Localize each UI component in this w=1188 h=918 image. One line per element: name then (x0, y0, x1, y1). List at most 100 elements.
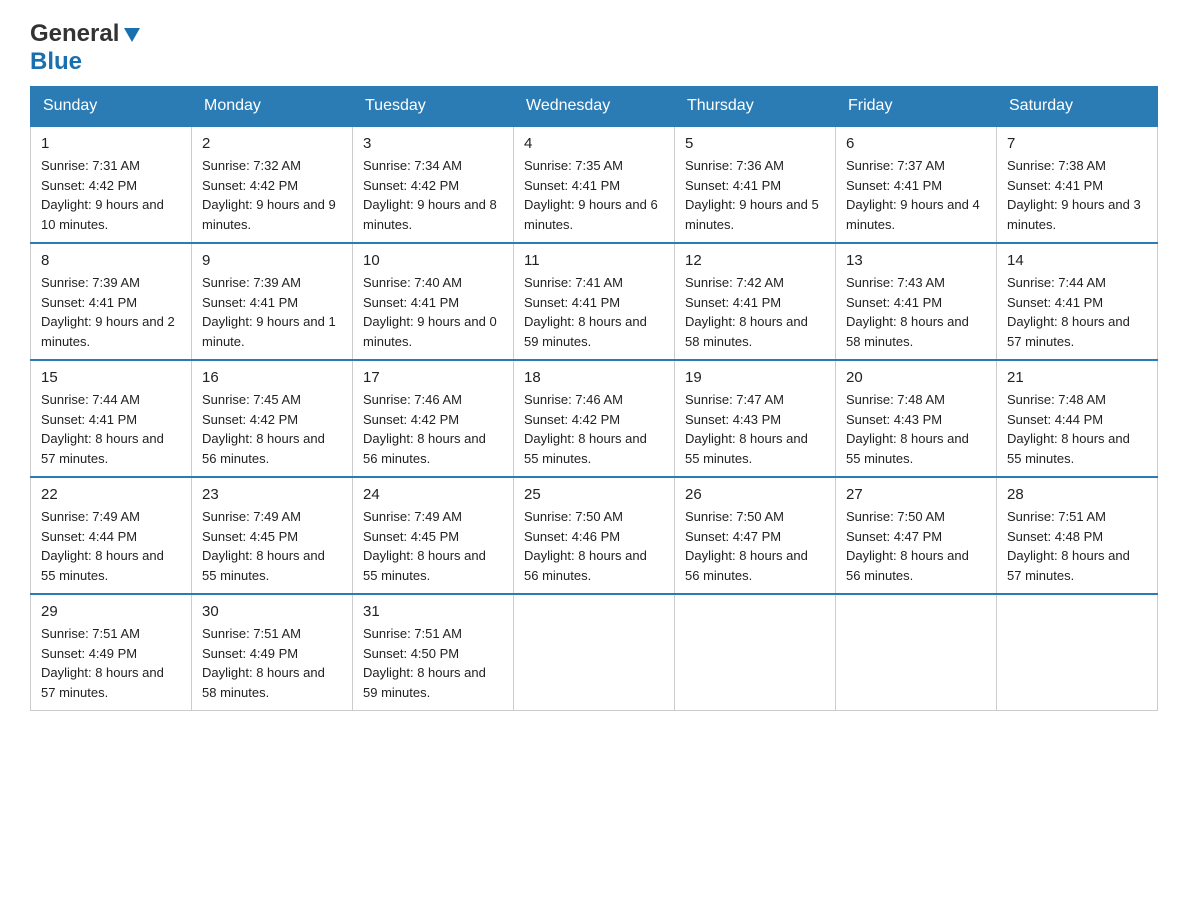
day-number: 12 (685, 252, 825, 269)
calendar-cell: 28 Sunrise: 7:51 AMSunset: 4:48 PMDaylig… (997, 477, 1158, 594)
day-number: 31 (363, 603, 503, 620)
calendar-cell: 22 Sunrise: 7:49 AMSunset: 4:44 PMDaylig… (31, 477, 192, 594)
day-number: 24 (363, 486, 503, 503)
calendar-cell: 15 Sunrise: 7:44 AMSunset: 4:41 PMDaylig… (31, 360, 192, 477)
calendar-cell: 17 Sunrise: 7:46 AMSunset: 4:42 PMDaylig… (353, 360, 514, 477)
day-info: Sunrise: 7:36 AMSunset: 4:41 PMDaylight:… (685, 156, 825, 234)
day-info: Sunrise: 7:46 AMSunset: 4:42 PMDaylight:… (363, 390, 503, 468)
weekday-header-row: SundayMondayTuesdayWednesdayThursdayFrid… (31, 87, 1158, 127)
day-number: 17 (363, 369, 503, 386)
logo-general-text: General (30, 20, 119, 48)
day-number: 15 (41, 369, 181, 386)
calendar-cell: 13 Sunrise: 7:43 AMSunset: 4:41 PMDaylig… (836, 243, 997, 360)
week-row-4: 22 Sunrise: 7:49 AMSunset: 4:44 PMDaylig… (31, 477, 1158, 594)
day-info: Sunrise: 7:40 AMSunset: 4:41 PMDaylight:… (363, 273, 503, 351)
day-number: 25 (524, 486, 664, 503)
day-number: 21 (1007, 369, 1147, 386)
calendar-cell: 19 Sunrise: 7:47 AMSunset: 4:43 PMDaylig… (675, 360, 836, 477)
calendar-cell: 4 Sunrise: 7:35 AMSunset: 4:41 PMDayligh… (514, 126, 675, 243)
day-info: Sunrise: 7:49 AMSunset: 4:45 PMDaylight:… (363, 507, 503, 585)
weekday-header-saturday: Saturday (997, 87, 1158, 127)
day-number: 13 (846, 252, 986, 269)
calendar-cell: 16 Sunrise: 7:45 AMSunset: 4:42 PMDaylig… (192, 360, 353, 477)
calendar-cell: 10 Sunrise: 7:40 AMSunset: 4:41 PMDaylig… (353, 243, 514, 360)
calendar-cell: 2 Sunrise: 7:32 AMSunset: 4:42 PMDayligh… (192, 126, 353, 243)
calendar-cell: 31 Sunrise: 7:51 AMSunset: 4:50 PMDaylig… (353, 594, 514, 711)
day-number: 30 (202, 603, 342, 620)
calendar-cell: 30 Sunrise: 7:51 AMSunset: 4:49 PMDaylig… (192, 594, 353, 711)
day-info: Sunrise: 7:39 AMSunset: 4:41 PMDaylight:… (202, 273, 342, 351)
day-info: Sunrise: 7:31 AMSunset: 4:42 PMDaylight:… (41, 156, 181, 234)
day-number: 2 (202, 135, 342, 152)
day-number: 16 (202, 369, 342, 386)
day-info: Sunrise: 7:51 AMSunset: 4:49 PMDaylight:… (202, 624, 342, 702)
calendar-cell: 25 Sunrise: 7:50 AMSunset: 4:46 PMDaylig… (514, 477, 675, 594)
day-number: 27 (846, 486, 986, 503)
weekday-header-tuesday: Tuesday (353, 87, 514, 127)
week-row-5: 29 Sunrise: 7:51 AMSunset: 4:49 PMDaylig… (31, 594, 1158, 711)
day-number: 1 (41, 135, 181, 152)
calendar-cell: 8 Sunrise: 7:39 AMSunset: 4:41 PMDayligh… (31, 243, 192, 360)
day-info: Sunrise: 7:51 AMSunset: 4:50 PMDaylight:… (363, 624, 503, 702)
day-number: 4 (524, 135, 664, 152)
day-number: 14 (1007, 252, 1147, 269)
day-info: Sunrise: 7:50 AMSunset: 4:47 PMDaylight:… (685, 507, 825, 585)
day-info: Sunrise: 7:49 AMSunset: 4:45 PMDaylight:… (202, 507, 342, 585)
day-number: 28 (1007, 486, 1147, 503)
weekday-header-wednesday: Wednesday (514, 87, 675, 127)
calendar-cell: 5 Sunrise: 7:36 AMSunset: 4:41 PMDayligh… (675, 126, 836, 243)
day-number: 5 (685, 135, 825, 152)
calendar-cell: 27 Sunrise: 7:50 AMSunset: 4:47 PMDaylig… (836, 477, 997, 594)
week-row-2: 8 Sunrise: 7:39 AMSunset: 4:41 PMDayligh… (31, 243, 1158, 360)
day-info: Sunrise: 7:45 AMSunset: 4:42 PMDaylight:… (202, 390, 342, 468)
day-info: Sunrise: 7:43 AMSunset: 4:41 PMDaylight:… (846, 273, 986, 351)
day-info: Sunrise: 7:49 AMSunset: 4:44 PMDaylight:… (41, 507, 181, 585)
day-info: Sunrise: 7:48 AMSunset: 4:43 PMDaylight:… (846, 390, 986, 468)
calendar-cell: 6 Sunrise: 7:37 AMSunset: 4:41 PMDayligh… (836, 126, 997, 243)
weekday-header-monday: Monday (192, 87, 353, 127)
day-info: Sunrise: 7:50 AMSunset: 4:46 PMDaylight:… (524, 507, 664, 585)
day-number: 6 (846, 135, 986, 152)
logo-blue-text: Blue (30, 48, 82, 75)
calendar-cell: 21 Sunrise: 7:48 AMSunset: 4:44 PMDaylig… (997, 360, 1158, 477)
calendar-cell: 29 Sunrise: 7:51 AMSunset: 4:49 PMDaylig… (31, 594, 192, 711)
day-number: 23 (202, 486, 342, 503)
day-number: 29 (41, 603, 181, 620)
calendar-cell: 7 Sunrise: 7:38 AMSunset: 4:41 PMDayligh… (997, 126, 1158, 243)
logo-triangle-icon (121, 24, 143, 46)
day-info: Sunrise: 7:46 AMSunset: 4:42 PMDaylight:… (524, 390, 664, 468)
weekday-header-sunday: Sunday (31, 87, 192, 127)
calendar-cell: 11 Sunrise: 7:41 AMSunset: 4:41 PMDaylig… (514, 243, 675, 360)
calendar-cell: 20 Sunrise: 7:48 AMSunset: 4:43 PMDaylig… (836, 360, 997, 477)
day-info: Sunrise: 7:50 AMSunset: 4:47 PMDaylight:… (846, 507, 986, 585)
day-info: Sunrise: 7:51 AMSunset: 4:49 PMDaylight:… (41, 624, 181, 702)
day-number: 3 (363, 135, 503, 152)
day-info: Sunrise: 7:32 AMSunset: 4:42 PMDaylight:… (202, 156, 342, 234)
calendar-cell (836, 594, 997, 711)
day-info: Sunrise: 7:51 AMSunset: 4:48 PMDaylight:… (1007, 507, 1147, 585)
calendar-cell: 14 Sunrise: 7:44 AMSunset: 4:41 PMDaylig… (997, 243, 1158, 360)
day-number: 7 (1007, 135, 1147, 152)
day-number: 22 (41, 486, 181, 503)
day-number: 9 (202, 252, 342, 269)
day-number: 11 (524, 252, 664, 269)
weekday-header-friday: Friday (836, 87, 997, 127)
calendar-cell: 9 Sunrise: 7:39 AMSunset: 4:41 PMDayligh… (192, 243, 353, 360)
day-info: Sunrise: 7:39 AMSunset: 4:41 PMDaylight:… (41, 273, 181, 351)
week-row-3: 15 Sunrise: 7:44 AMSunset: 4:41 PMDaylig… (31, 360, 1158, 477)
day-number: 8 (41, 252, 181, 269)
calendar-cell: 24 Sunrise: 7:49 AMSunset: 4:45 PMDaylig… (353, 477, 514, 594)
day-number: 20 (846, 369, 986, 386)
day-number: 18 (524, 369, 664, 386)
day-number: 19 (685, 369, 825, 386)
calendar-cell: 18 Sunrise: 7:46 AMSunset: 4:42 PMDaylig… (514, 360, 675, 477)
calendar-cell (997, 594, 1158, 711)
day-info: Sunrise: 7:34 AMSunset: 4:42 PMDaylight:… (363, 156, 503, 234)
calendar-cell: 23 Sunrise: 7:49 AMSunset: 4:45 PMDaylig… (192, 477, 353, 594)
day-info: Sunrise: 7:44 AMSunset: 4:41 PMDaylight:… (41, 390, 181, 468)
calendar-cell: 26 Sunrise: 7:50 AMSunset: 4:47 PMDaylig… (675, 477, 836, 594)
day-info: Sunrise: 7:44 AMSunset: 4:41 PMDaylight:… (1007, 273, 1147, 351)
day-info: Sunrise: 7:38 AMSunset: 4:41 PMDaylight:… (1007, 156, 1147, 234)
day-info: Sunrise: 7:35 AMSunset: 4:41 PMDaylight:… (524, 156, 664, 234)
week-row-1: 1 Sunrise: 7:31 AMSunset: 4:42 PMDayligh… (31, 126, 1158, 243)
